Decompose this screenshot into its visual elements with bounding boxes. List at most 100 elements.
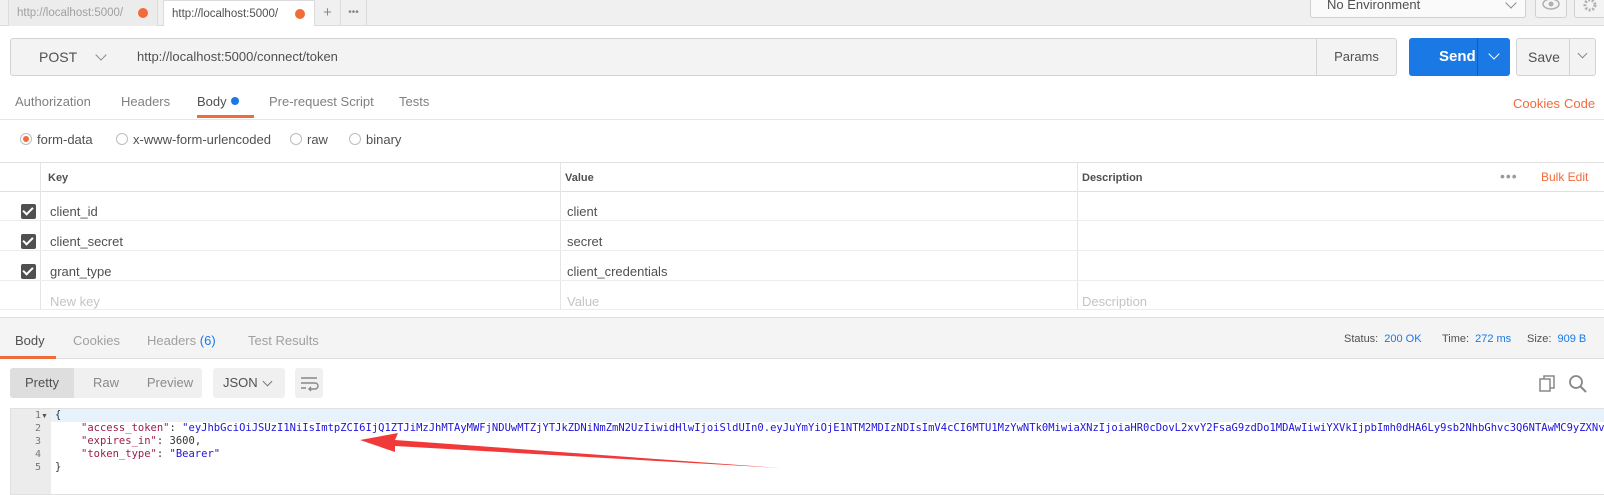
json-key: "expires_in"	[81, 435, 157, 447]
radio-label: x-www-form-urlencoded	[133, 132, 271, 147]
wrap-lines-button[interactable]	[295, 368, 323, 398]
kv-more-options-button[interactable]: •••	[1500, 168, 1518, 184]
request-tab-2[interactable]: http://localhost:5000/	[163, 0, 315, 26]
environment-select[interactable]: No Environment	[1310, 0, 1526, 18]
tab-tests[interactable]: Tests	[399, 94, 429, 109]
json-string-value: "Bearer"	[169, 448, 221, 460]
save-label: Save	[1528, 49, 1560, 65]
tab-pre-request-script[interactable]: Pre-request Script	[269, 94, 374, 109]
column-header-value: Value	[565, 172, 594, 184]
settings-button[interactable]	[1574, 0, 1604, 18]
code-line-1: {	[55, 409, 61, 421]
environment-selected-label: No Environment	[1327, 0, 1421, 12]
row-key[interactable]: client_id	[50, 204, 98, 219]
new-key-input[interactable]: New key	[50, 294, 100, 309]
tab-headers[interactable]: Headers	[121, 94, 170, 109]
save-options-chevron-icon[interactable]	[1577, 48, 1588, 59]
tab-label: Body	[15, 333, 45, 348]
code-line-2: "access_token": "eyJhbGciOiJSUzI1NiIsImt…	[81, 422, 1604, 434]
tab-label: Body	[197, 94, 227, 109]
raw-button[interactable]: Raw	[74, 368, 138, 398]
save-button[interactable]: Save	[1516, 38, 1596, 76]
search-icon[interactable]	[1568, 374, 1588, 394]
cookies-link[interactable]: Cookies	[1513, 96, 1560, 111]
status-label: Status:	[1344, 333, 1379, 345]
divider	[0, 119, 1604, 120]
gear-icon	[1583, 0, 1597, 12]
line-number-gutter: 1 ▼ 2 3 4 5	[11, 409, 51, 494]
bulk-edit-link[interactable]: Bulk Edit	[1541, 170, 1588, 184]
radio-icon	[116, 133, 128, 145]
plus-icon: +	[323, 4, 332, 21]
row-value[interactable]: secret	[567, 234, 602, 249]
code-link[interactable]: Code	[1564, 96, 1595, 111]
json-string-value: "eyJhbGciOiJSUzI1NiIsImtpZCI6IjQ1ZTJiMzJ…	[182, 422, 1604, 434]
row-key[interactable]: client_secret	[50, 234, 123, 249]
view-mode-group: Pretty Raw Preview	[10, 368, 202, 398]
environment-quick-look-button[interactable]	[1535, 0, 1567, 18]
method-label: POST	[39, 49, 78, 65]
row-key[interactable]: grant_type	[50, 264, 111, 279]
response-tab-body[interactable]: Body	[15, 333, 45, 348]
code-line-5: }	[55, 461, 61, 473]
request-tab-title: http://localhost:5000/	[172, 8, 279, 20]
bulk-edit-label: Bulk Edit	[1541, 170, 1589, 184]
tab-label: Headers	[147, 333, 197, 348]
pretty-button[interactable]: Pretty	[10, 368, 74, 398]
more-tabs-button[interactable]: •••	[341, 0, 367, 26]
url-input[interactable]: http://localhost:5000/connect/token	[125, 38, 1317, 76]
row-enabled-checkbox[interactable]	[21, 264, 36, 279]
format-select[interactable]: JSON	[213, 368, 285, 398]
row-value[interactable]: client	[567, 204, 597, 219]
url-value: http://localhost:5000/connect/token	[137, 49, 338, 64]
request-tab-1[interactable]: http://localhost:5000/	[8, 0, 158, 26]
radio-label: binary	[366, 132, 402, 147]
radio-selected-icon	[20, 133, 32, 145]
table-row	[0, 252, 1604, 281]
method-select[interactable]: POST	[10, 38, 126, 76]
active-response-tab-underline	[0, 356, 56, 359]
tab-authorization[interactable]: Authorization	[15, 94, 91, 109]
unsaved-dot-icon	[138, 8, 148, 18]
send-divider	[1477, 38, 1478, 76]
json-key: "access_token"	[81, 422, 170, 434]
copy-icon[interactable]	[1537, 374, 1557, 394]
tab-body[interactable]: Body	[197, 94, 239, 109]
radio-binary[interactable]: binary	[349, 132, 402, 147]
request-tab-title: http://localhost:5000/	[17, 7, 124, 19]
params-button[interactable]: Params	[1316, 38, 1397, 76]
cookies-link-label: Cookies	[1513, 96, 1560, 111]
send-button[interactable]: Send	[1409, 38, 1510, 76]
fold-arrow-icon[interactable]: ▼	[41, 413, 48, 420]
radio-label: raw	[307, 132, 328, 147]
preview-button[interactable]: Preview	[138, 368, 202, 398]
code-line-4: "token_type": "Bearer"	[81, 448, 221, 460]
response-tab-test-results[interactable]: Test Results	[248, 333, 319, 348]
response-tab-headers[interactable]: Headers (6)	[147, 333, 216, 348]
ellipsis-icon: •••	[348, 7, 359, 18]
table-row	[0, 222, 1604, 251]
tab-label: Pre-request Script	[269, 94, 374, 109]
code-link-label: Code	[1564, 96, 1596, 111]
row-enabled-checkbox[interactable]	[21, 204, 36, 219]
status-value: 200 OK	[1384, 333, 1422, 345]
row-value[interactable]: client_credentials	[567, 264, 667, 279]
radio-form-data[interactable]: form-data	[20, 132, 93, 147]
new-description-input[interactable]: Description	[1082, 294, 1147, 309]
table-row-new	[0, 281, 1604, 310]
active-tab-underline	[197, 115, 254, 118]
json-brace: {	[55, 409, 62, 421]
size-value: 909 B	[1557, 333, 1587, 345]
radio-icon	[290, 133, 302, 145]
line-number: 4	[34, 449, 41, 460]
response-body-editor[interactable]: 1 ▼ 2 3 4 5 { "access_token": "eyJhbGciO…	[10, 408, 1604, 495]
radio-raw[interactable]: raw	[290, 132, 328, 147]
row-enabled-checkbox[interactable]	[21, 234, 36, 249]
chevron-down-icon	[262, 376, 273, 387]
response-tab-cookies[interactable]: Cookies	[73, 333, 120, 348]
send-options-chevron-icon[interactable]	[1488, 48, 1500, 60]
radio-urlencoded[interactable]: x-www-form-urlencoded	[116, 132, 271, 147]
radio-label: form-data	[37, 132, 93, 147]
new-value-input[interactable]: Value	[567, 294, 599, 309]
add-tab-button[interactable]: +	[315, 0, 341, 26]
